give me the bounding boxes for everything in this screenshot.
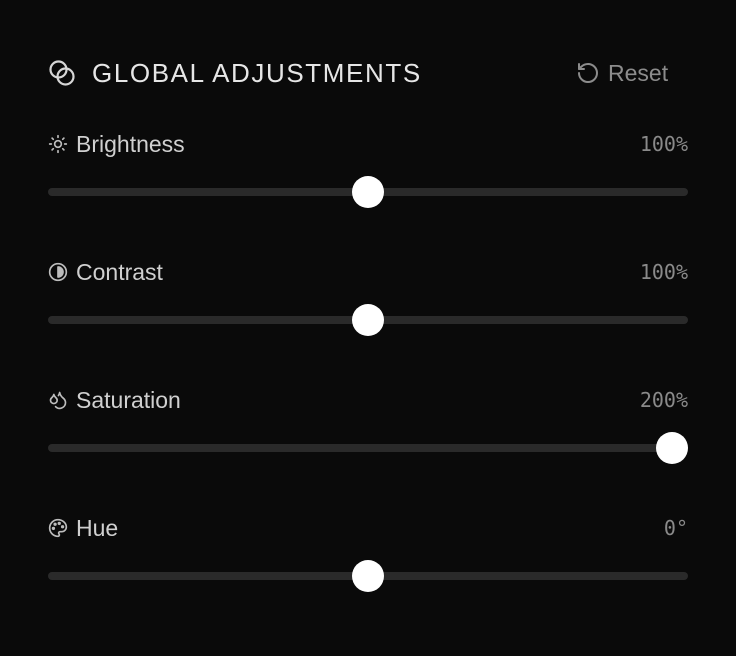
brightness-label-group: Brightness (48, 128, 185, 160)
brightness-label: Brightness (76, 131, 185, 157)
brightness-slider-track[interactable] (48, 176, 688, 208)
hue-slider-track[interactable] (48, 560, 688, 592)
panel-title: GLOBAL ADJUSTMENTS (92, 58, 422, 88)
contrast-control: Contrast 100% (48, 256, 688, 356)
hue-value: 0° (663, 516, 688, 540)
contrast-label-group: Contrast (48, 256, 163, 288)
panel-header: GLOBAL ADJUSTMENTS Reset (48, 56, 688, 90)
saturation-slider-thumb[interactable] (656, 432, 688, 464)
hue-slider-thumb[interactable] (352, 560, 384, 592)
saturation-value: 200% (639, 388, 688, 412)
contrast-slider-thumb[interactable] (352, 304, 384, 336)
sun-icon (48, 134, 68, 154)
contrast-slider-track[interactable] (48, 304, 688, 336)
rotate-ccw-icon (578, 63, 598, 83)
circles-overlap-icon (49, 60, 75, 86)
global-adjustments-panel: GLOBAL ADJUSTMENTS Reset Brightness 100% (0, 0, 736, 656)
hue-control: Hue 0° (48, 512, 688, 612)
brightness-value: 100% (639, 132, 688, 156)
contrast-label: Contrast (76, 259, 163, 285)
contrast-icon (48, 262, 68, 282)
palette-icon (48, 518, 68, 538)
saturation-control: Saturation 200% (48, 384, 688, 484)
brightness-slider-thumb[interactable] (352, 176, 384, 208)
contrast-value: 100% (639, 260, 688, 284)
hue-label-group: Hue (48, 512, 118, 544)
saturation-label: Saturation (76, 387, 181, 413)
reset-label: Reset (608, 60, 669, 86)
hue-label: Hue (76, 515, 119, 541)
reset-button[interactable]: Reset (576, 56, 668, 90)
saturation-slider-track[interactable] (48, 432, 688, 464)
saturation-label-group: Saturation (48, 384, 181, 416)
brightness-control: Brightness 100% (48, 128, 688, 228)
droplets-icon (49, 391, 67, 410)
